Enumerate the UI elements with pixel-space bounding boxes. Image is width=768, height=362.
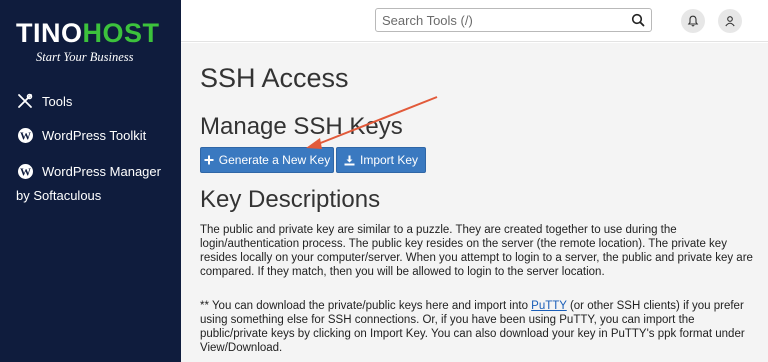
brand-wordmark: TINOHOST [16, 18, 166, 48]
search-input[interactable] [376, 9, 626, 31]
sidebar-item-wordpress-toolkit[interactable]: W WordPress Toolkit [16, 126, 146, 144]
generate-key-button[interactable]: Generate a New Key [200, 147, 334, 173]
search-box[interactable] [375, 8, 652, 32]
notifications-button[interactable] [681, 9, 705, 33]
generate-key-label: Generate a New Key [218, 153, 331, 167]
import-icon [344, 155, 355, 166]
description-paragraph: The public and private key are similar t… [200, 224, 753, 278]
wordpress-icon: W [16, 126, 34, 144]
import-key-button[interactable]: Import Key [336, 147, 426, 173]
sidebar-item-wordpress-manager[interactable]: W WordPress Manager [16, 162, 161, 180]
search-icon[interactable] [631, 13, 645, 27]
download-info-paragraph: ** You can download the private/public k… [200, 299, 755, 355]
sidebar-item-label: Tools [42, 93, 73, 109]
sidebar-item-tools[interactable]: Tools [16, 92, 72, 110]
main-content: SSH Access Manage SSH Keys Generate a Ne… [181, 43, 768, 362]
import-key-label: Import Key [359, 153, 419, 167]
manage-keys-heading: Manage SSH Keys [200, 113, 403, 140]
user-menu-button[interactable] [718, 9, 742, 33]
sidebar: TINOHOST Start Your Business Tools W Wor… [0, 0, 181, 362]
tools-icon [16, 92, 34, 110]
brand-name-part2: HOST [82, 18, 160, 48]
sidebar-item-label: WordPress Toolkit [42, 127, 147, 143]
brand-name-part1: TINO [16, 18, 83, 48]
wordpress-icon: W [16, 162, 34, 180]
bell-icon [687, 15, 699, 27]
user-icon [725, 16, 735, 27]
paragraph-text: ** You can download the private/public k… [200, 300, 532, 312]
key-descriptions-heading: Key Descriptions [200, 186, 381, 213]
putty-link[interactable]: PuTTY [531, 300, 567, 312]
top-bar [181, 0, 768, 42]
svg-text:W: W [20, 130, 31, 142]
sidebar-item-label: WordPress Manager [42, 163, 161, 179]
svg-text:W: W [20, 166, 31, 178]
page-title: SSH Access [200, 63, 349, 93]
brand-logo[interactable]: TINOHOST Start Your Business [16, 18, 166, 64]
sidebar-item-label-continuation[interactable]: by Softaculous [16, 188, 101, 203]
brand-tagline: Start Your Business [36, 50, 134, 64]
plus-icon [204, 155, 214, 165]
